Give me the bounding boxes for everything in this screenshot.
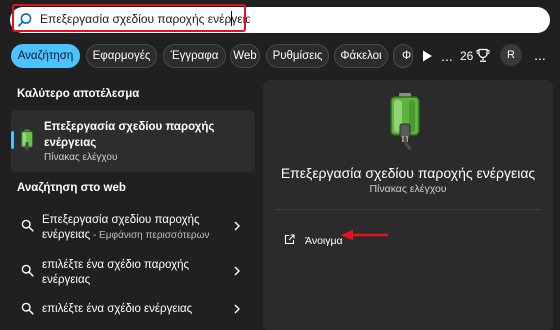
best-match-heading: Καλύτερο αποτέλεσμα — [17, 88, 140, 100]
web-result-text: επιλέξτε ένα σχέδιο ενέργειας — [42, 303, 193, 315]
tab-web[interactable]: Web — [230, 44, 260, 68]
best-match-name: Επεξεργασία σχεδίου παροχής ενέργειας — [44, 121, 215, 149]
battery-plug-icon — [21, 129, 33, 151]
detail-subtitle: Πίνακας ελέγχου — [369, 183, 447, 195]
tab-documents[interactable]: Έγγραφα — [163, 44, 226, 68]
selection-indicator — [11, 131, 14, 149]
web-result-text: επιλέξτε ένα σχέδιο παροχής ενέργειας — [42, 259, 190, 286]
search-icon — [21, 264, 34, 277]
more-options-button[interactable]: ... — [438, 46, 456, 66]
search-icon — [21, 219, 34, 232]
search-highlight-box — [12, 4, 246, 32]
battery-plug-icon — [390, 93, 420, 150]
tab-settings[interactable]: Ρυθμίσεις — [266, 44, 329, 68]
chevron-right-icon[interactable] — [233, 221, 241, 231]
rewards-points: 26 — [460, 49, 474, 63]
menu-button[interactable]: ... — [530, 46, 550, 66]
tab-photos-truncated[interactable]: Φ — [393, 44, 413, 68]
red-arrow-annotation — [341, 229, 388, 241]
play-icon[interactable] — [419, 48, 435, 64]
divider — [275, 209, 541, 210]
open-label: Άνοιγμα — [305, 235, 343, 247]
search-icon — [21, 302, 34, 315]
web-result-label: Επεξεργασία σχεδίου παροχής ενέργειας - … — [42, 213, 232, 243]
open-external-icon — [284, 234, 295, 245]
chevron-right-icon[interactable] — [233, 266, 241, 276]
web-search-heading: Αναζήτηση στο web — [17, 182, 126, 194]
chevron-right-icon[interactable] — [233, 304, 241, 314]
tab-folders[interactable]: Φάκελοι — [334, 44, 388, 68]
best-match-subtitle: Πίνακας ελέγχου — [44, 152, 118, 163]
show-more-link[interactable]: - Εμφάνιση περισσότερων — [90, 230, 210, 241]
tab-search[interactable]: Αναζήτηση — [11, 44, 80, 68]
detail-title: Επεξεργασία σχεδίου παροχής ενέργειας — [280, 165, 536, 181]
trophy-icon[interactable] — [476, 48, 490, 63]
avatar[interactable]: R — [500, 44, 522, 66]
tab-apps[interactable]: Εφαρμογές — [86, 44, 157, 68]
